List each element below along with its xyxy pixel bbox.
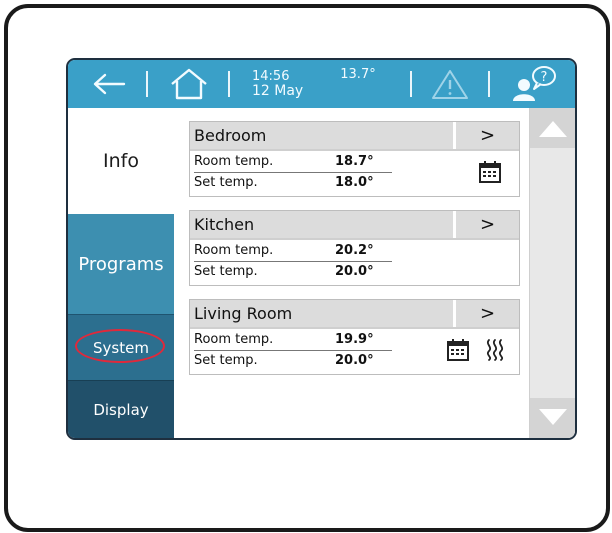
home-button[interactable] bbox=[164, 60, 214, 108]
side-menu: Info Programs System Display bbox=[68, 108, 174, 438]
menu-label-display: Display bbox=[93, 401, 149, 419]
set-temp-label: Set temp. bbox=[194, 264, 258, 279]
outdoor-temp: 13.7° bbox=[336, 60, 380, 98]
room-name: Bedroom bbox=[190, 122, 453, 149]
menu-item-display[interactable]: Display bbox=[68, 380, 174, 438]
triangle-up-icon bbox=[539, 121, 567, 137]
heating-icon bbox=[486, 339, 504, 361]
time-text: 14:56 bbox=[252, 69, 290, 84]
scrollbar[interactable] bbox=[529, 108, 575, 438]
scroll-up-button[interactable] bbox=[530, 108, 575, 148]
top-bar: 14:56 12 May 13.7° ? bbox=[68, 60, 575, 108]
calendar-icon bbox=[447, 339, 469, 361]
divider bbox=[190, 149, 519, 151]
divider bbox=[190, 327, 519, 329]
svg-text:?: ? bbox=[541, 70, 548, 85]
room-name: Kitchen bbox=[190, 211, 453, 238]
set-temp-value: 18.0° bbox=[335, 175, 374, 190]
set-temp-label: Set temp. bbox=[194, 353, 258, 368]
room-temp-value: 18.7° bbox=[335, 154, 374, 169]
room-card[interactable]: Kitchen > Room temp. 20.2° Set temp. 20.… bbox=[189, 210, 520, 286]
room-name: Living Room bbox=[190, 300, 453, 327]
help-button[interactable]: ? bbox=[508, 60, 560, 108]
calendar-icon bbox=[479, 161, 501, 183]
divider bbox=[410, 71, 412, 97]
back-arrow-icon bbox=[93, 73, 126, 95]
room-temp-value: 19.9° bbox=[335, 332, 374, 347]
menu-item-info[interactable]: Info bbox=[68, 108, 174, 214]
date-time: 14:56 12 May bbox=[252, 60, 312, 108]
scroll-down-button[interactable] bbox=[530, 398, 575, 438]
room-temp-label: Room temp. bbox=[194, 154, 274, 169]
highlight-circle bbox=[75, 329, 165, 363]
menu-label-info: Info bbox=[103, 150, 139, 172]
room-list: Bedroom > Room temp. 18.7° Set temp. 18.… bbox=[174, 108, 529, 438]
device-frame: 14:56 12 May 13.7° ? Info Programs Syste… bbox=[4, 4, 610, 532]
room-temp-label: Room temp. bbox=[194, 243, 274, 258]
set-temp-label: Set temp. bbox=[194, 175, 258, 190]
set-temp-value: 20.0° bbox=[335, 264, 374, 279]
room-card[interactable]: Bedroom > Room temp. 18.7° Set temp. 18.… bbox=[189, 121, 520, 197]
user-help-icon: ? bbox=[513, 66, 556, 101]
back-button[interactable] bbox=[86, 60, 132, 108]
thermostat-screen: 14:56 12 May 13.7° ? Info Programs Syste… bbox=[66, 58, 577, 440]
room-detail-button[interactable]: > bbox=[456, 122, 519, 149]
outdoor-temp-text: 13.7° bbox=[340, 66, 376, 82]
menu-item-system[interactable]: System bbox=[68, 314, 174, 381]
set-temp-value: 20.0° bbox=[335, 353, 374, 368]
alarm-button[interactable] bbox=[428, 60, 472, 108]
date-text: 12 May bbox=[252, 83, 304, 99]
menu-label-programs: Programs bbox=[78, 253, 164, 275]
divider bbox=[146, 71, 148, 97]
divider bbox=[228, 71, 230, 97]
home-icon bbox=[171, 68, 207, 100]
room-temp-label: Room temp. bbox=[194, 332, 274, 347]
room-detail-button[interactable]: > bbox=[456, 300, 519, 327]
warning-icon bbox=[432, 70, 468, 99]
divider bbox=[488, 71, 490, 97]
room-detail-button[interactable]: > bbox=[456, 211, 519, 238]
triangle-down-icon bbox=[539, 409, 567, 425]
room-card[interactable]: Living Room > Room temp. 19.9° Set temp.… bbox=[189, 299, 520, 375]
divider bbox=[190, 238, 519, 240]
menu-item-programs[interactable]: Programs bbox=[68, 214, 174, 314]
room-temp-value: 20.2° bbox=[335, 243, 374, 258]
